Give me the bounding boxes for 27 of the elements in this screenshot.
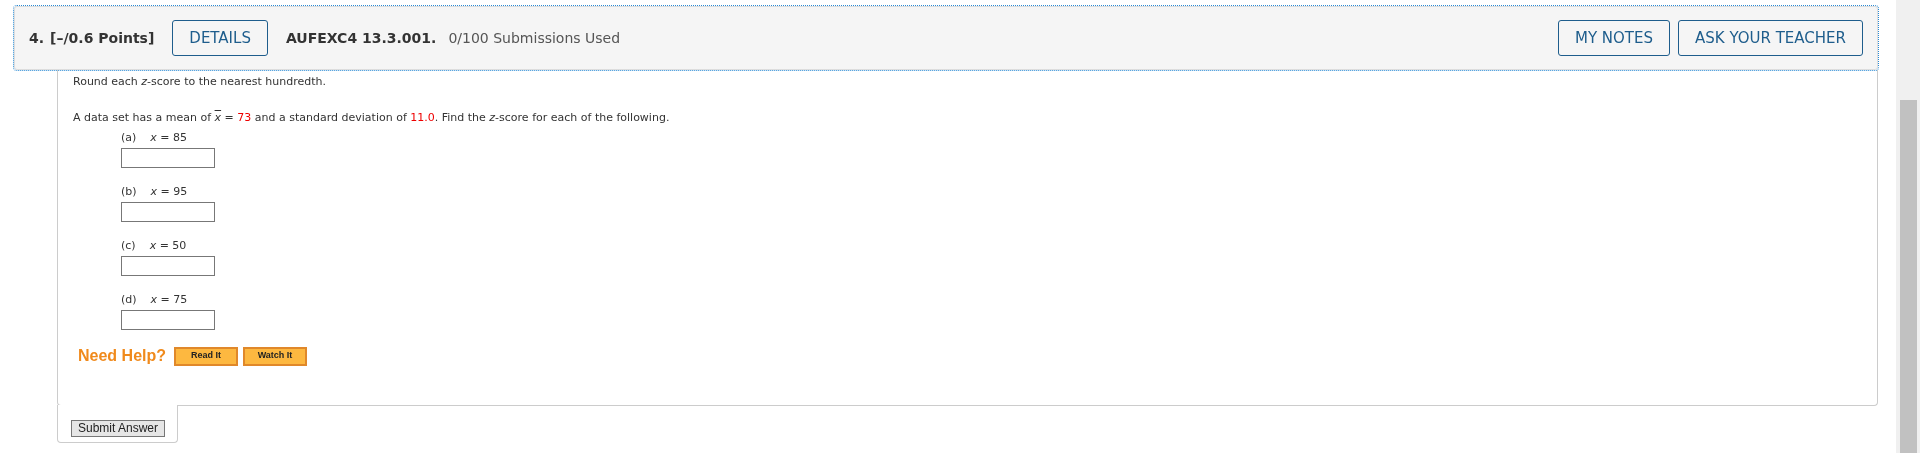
problem-statement: A data set has a mean of x = 73 and a standard deviation of 11.0. Find the z-score for each of the following. [73,110,671,126]
instruction-text: Round each z-score to the nearest hundredth. [73,74,327,90]
help-button[interactable]: Watch It [243,346,307,366]
part-equation: x = 95 [150,184,188,200]
submissions-used: 0/100 Submissions Used [448,28,621,48]
scrollbar-thumb[interactable] [1899,100,1917,453]
scrollbar[interactable] [1896,0,1920,453]
answer-field[interactable] [121,202,215,222]
points-label: [–/0.6 Points] [50,28,155,48]
header-button[interactable]: ASK YOUR TEACHER [1678,20,1863,56]
answer-field[interactable] [121,310,215,330]
details-button[interactable]: DETAILS [172,20,268,56]
part-label: (b) [121,184,137,200]
help-button[interactable]: Read It [174,346,238,366]
need-help-label: Need Help? [78,346,166,366]
submit-button[interactable]: Submit Answer [71,419,166,437]
part-equation: x = 75 [150,292,188,308]
part-label: (d) [121,292,137,308]
part-label: (c) [121,238,136,254]
question-number: 4. [29,28,45,48]
part-label: (a) [121,130,137,146]
header-button[interactable]: MY NOTES [1557,20,1670,56]
answer-field[interactable] [121,148,215,168]
question-code: AUFEXC4 13.3.001. [285,28,437,48]
part-equation: x = 50 [149,238,187,254]
part-equation: x = 85 [150,130,188,146]
answer-field[interactable] [121,256,215,276]
